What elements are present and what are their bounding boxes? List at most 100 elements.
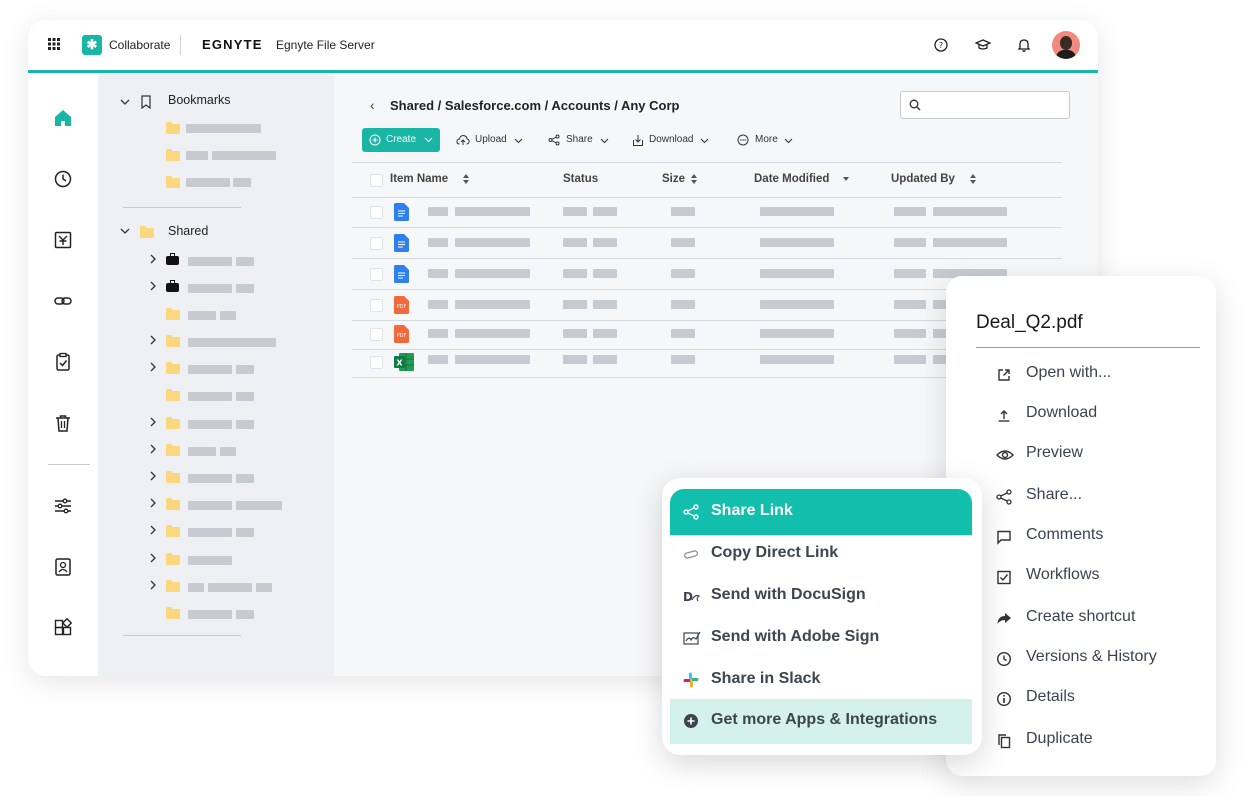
status-placeholder bbox=[563, 329, 587, 338]
tree-item-placeholder[interactable] bbox=[188, 311, 216, 320]
name-placeholder bbox=[455, 269, 530, 278]
row-checkbox[interactable] bbox=[370, 356, 383, 369]
tree-item-placeholder[interactable] bbox=[188, 420, 232, 429]
column-date-modified[interactable]: Date Modified bbox=[754, 173, 849, 185]
column-status[interactable]: Status bbox=[563, 173, 598, 185]
user-placeholder bbox=[894, 355, 926, 364]
workspace-box-icon[interactable] bbox=[53, 230, 73, 250]
breadcrumb[interactable]: Shared / Salesforce.com / Accounts / Any… bbox=[390, 98, 679, 113]
app-grid-icon[interactable] bbox=[48, 38, 60, 50]
send-docusign-item[interactable]: D Send with DocuSign bbox=[670, 576, 972, 616]
tree-item-placeholder[interactable] bbox=[236, 474, 254, 483]
row-checkbox[interactable] bbox=[370, 268, 383, 281]
folder-icon bbox=[166, 149, 180, 161]
row-checkbox[interactable] bbox=[370, 328, 383, 341]
row-checkbox[interactable] bbox=[370, 299, 383, 312]
tree-item-placeholder[interactable] bbox=[236, 284, 254, 293]
chevron-right-icon[interactable] bbox=[148, 254, 158, 264]
search-input[interactable] bbox=[900, 91, 1070, 119]
tree-item-placeholder[interactable] bbox=[188, 392, 232, 401]
chevron-right-icon[interactable] bbox=[148, 498, 158, 508]
collaborate-label[interactable]: Collaborate bbox=[109, 38, 170, 52]
tree-item-placeholder[interactable] bbox=[233, 178, 251, 187]
more-button[interactable]: More bbox=[737, 128, 799, 152]
user-avatar[interactable] bbox=[1052, 31, 1080, 59]
graduation-cap-icon[interactable] bbox=[975, 37, 991, 53]
link-icon[interactable] bbox=[53, 291, 73, 311]
select-all-checkbox[interactable] bbox=[370, 174, 383, 187]
bookmarks-label[interactable]: Bookmarks bbox=[168, 93, 231, 107]
chevron-right-icon[interactable] bbox=[148, 471, 158, 481]
tree-item-placeholder[interactable] bbox=[236, 257, 254, 266]
help-icon[interactable]: ? bbox=[933, 37, 949, 53]
column-updated-by[interactable]: Updated By bbox=[891, 173, 976, 185]
tree-item-placeholder[interactable] bbox=[208, 583, 252, 592]
share-link-item[interactable]: Share Link bbox=[670, 489, 972, 535]
column-item-name[interactable]: Item Name bbox=[390, 173, 469, 185]
tree-divider bbox=[123, 635, 241, 636]
sliders-icon[interactable] bbox=[53, 496, 73, 516]
send-adobe-sign-item[interactable]: Send with Adobe Sign bbox=[670, 618, 972, 658]
table-row[interactable] bbox=[352, 197, 1062, 228]
chevron-right-icon[interactable] bbox=[148, 417, 158, 427]
tree-item-placeholder[interactable] bbox=[236, 528, 254, 537]
tree-item-placeholder[interactable] bbox=[188, 474, 232, 483]
user-placeholder bbox=[933, 207, 1007, 216]
row-checkbox[interactable] bbox=[370, 206, 383, 219]
share-button[interactable]: Share bbox=[548, 128, 612, 152]
date-placeholder bbox=[760, 329, 834, 338]
collaborate-logo-icon[interactable]: ✱ bbox=[82, 35, 102, 55]
tree-item-placeholder[interactable] bbox=[220, 447, 236, 456]
copy-direct-link-item[interactable]: Copy Direct Link bbox=[670, 534, 972, 574]
tree-item-placeholder[interactable] bbox=[188, 447, 216, 456]
chevron-right-icon[interactable] bbox=[148, 580, 158, 590]
chevron-right-icon[interactable] bbox=[148, 335, 158, 345]
tree-item-placeholder[interactable] bbox=[212, 151, 276, 160]
apps-icon[interactable] bbox=[53, 618, 73, 638]
tree-item-placeholder[interactable] bbox=[186, 151, 208, 160]
tree-item-placeholder[interactable] bbox=[236, 392, 254, 401]
chevron-down-icon[interactable] bbox=[120, 97, 130, 107]
checkbox-icon bbox=[997, 570, 1011, 585]
chevron-right-icon[interactable] bbox=[148, 553, 158, 563]
tree-item-placeholder[interactable] bbox=[236, 610, 254, 619]
tree-item-placeholder[interactable] bbox=[188, 556, 232, 565]
status-placeholder bbox=[563, 300, 587, 309]
clock-icon[interactable] bbox=[53, 169, 73, 189]
trash-icon[interactable] bbox=[53, 413, 73, 433]
column-size[interactable]: Size bbox=[662, 173, 697, 185]
tree-item-placeholder[interactable] bbox=[236, 365, 254, 374]
tree-item-placeholder[interactable] bbox=[236, 501, 282, 510]
create-button[interactable]: Create bbox=[362, 128, 440, 152]
tree-item-placeholder[interactable] bbox=[188, 338, 276, 347]
tree-item-placeholder[interactable] bbox=[220, 311, 236, 320]
tree-item-placeholder[interactable] bbox=[188, 583, 204, 592]
row-checkbox[interactable] bbox=[370, 237, 383, 250]
tree-item-placeholder[interactable] bbox=[236, 420, 254, 429]
home-icon[interactable] bbox=[53, 108, 73, 128]
tree-item-placeholder[interactable] bbox=[188, 610, 232, 619]
chevron-right-icon[interactable] bbox=[148, 444, 158, 454]
chevron-right-icon[interactable] bbox=[148, 525, 158, 535]
clipboard-check-icon[interactable] bbox=[53, 352, 73, 372]
tree-item-placeholder[interactable] bbox=[186, 124, 261, 133]
chevron-right-icon[interactable] bbox=[148, 362, 158, 372]
tree-item-placeholder[interactable] bbox=[188, 284, 232, 293]
upload-button[interactable]: Upload bbox=[456, 128, 526, 152]
table-row[interactable] bbox=[352, 228, 1062, 259]
get-more-apps-item[interactable]: Get more Apps & Integrations bbox=[670, 699, 972, 744]
tree-item-placeholder[interactable] bbox=[188, 257, 232, 266]
back-chevron-icon[interactable]: ‹ bbox=[370, 97, 375, 113]
user-card-icon[interactable] bbox=[53, 557, 73, 577]
download-button[interactable]: Download bbox=[632, 128, 714, 152]
tree-item-placeholder[interactable] bbox=[188, 501, 232, 510]
shared-label[interactable]: Shared bbox=[168, 224, 208, 238]
chevron-right-icon[interactable] bbox=[148, 281, 158, 291]
share-slack-item[interactable]: Share in Slack bbox=[670, 660, 972, 700]
tree-item-placeholder[interactable] bbox=[188, 365, 232, 374]
bell-icon[interactable] bbox=[1016, 37, 1032, 53]
tree-item-placeholder[interactable] bbox=[186, 178, 230, 187]
tree-item-placeholder[interactable] bbox=[256, 583, 272, 592]
tree-item-placeholder[interactable] bbox=[188, 528, 232, 537]
chevron-down-icon[interactable] bbox=[120, 226, 130, 236]
